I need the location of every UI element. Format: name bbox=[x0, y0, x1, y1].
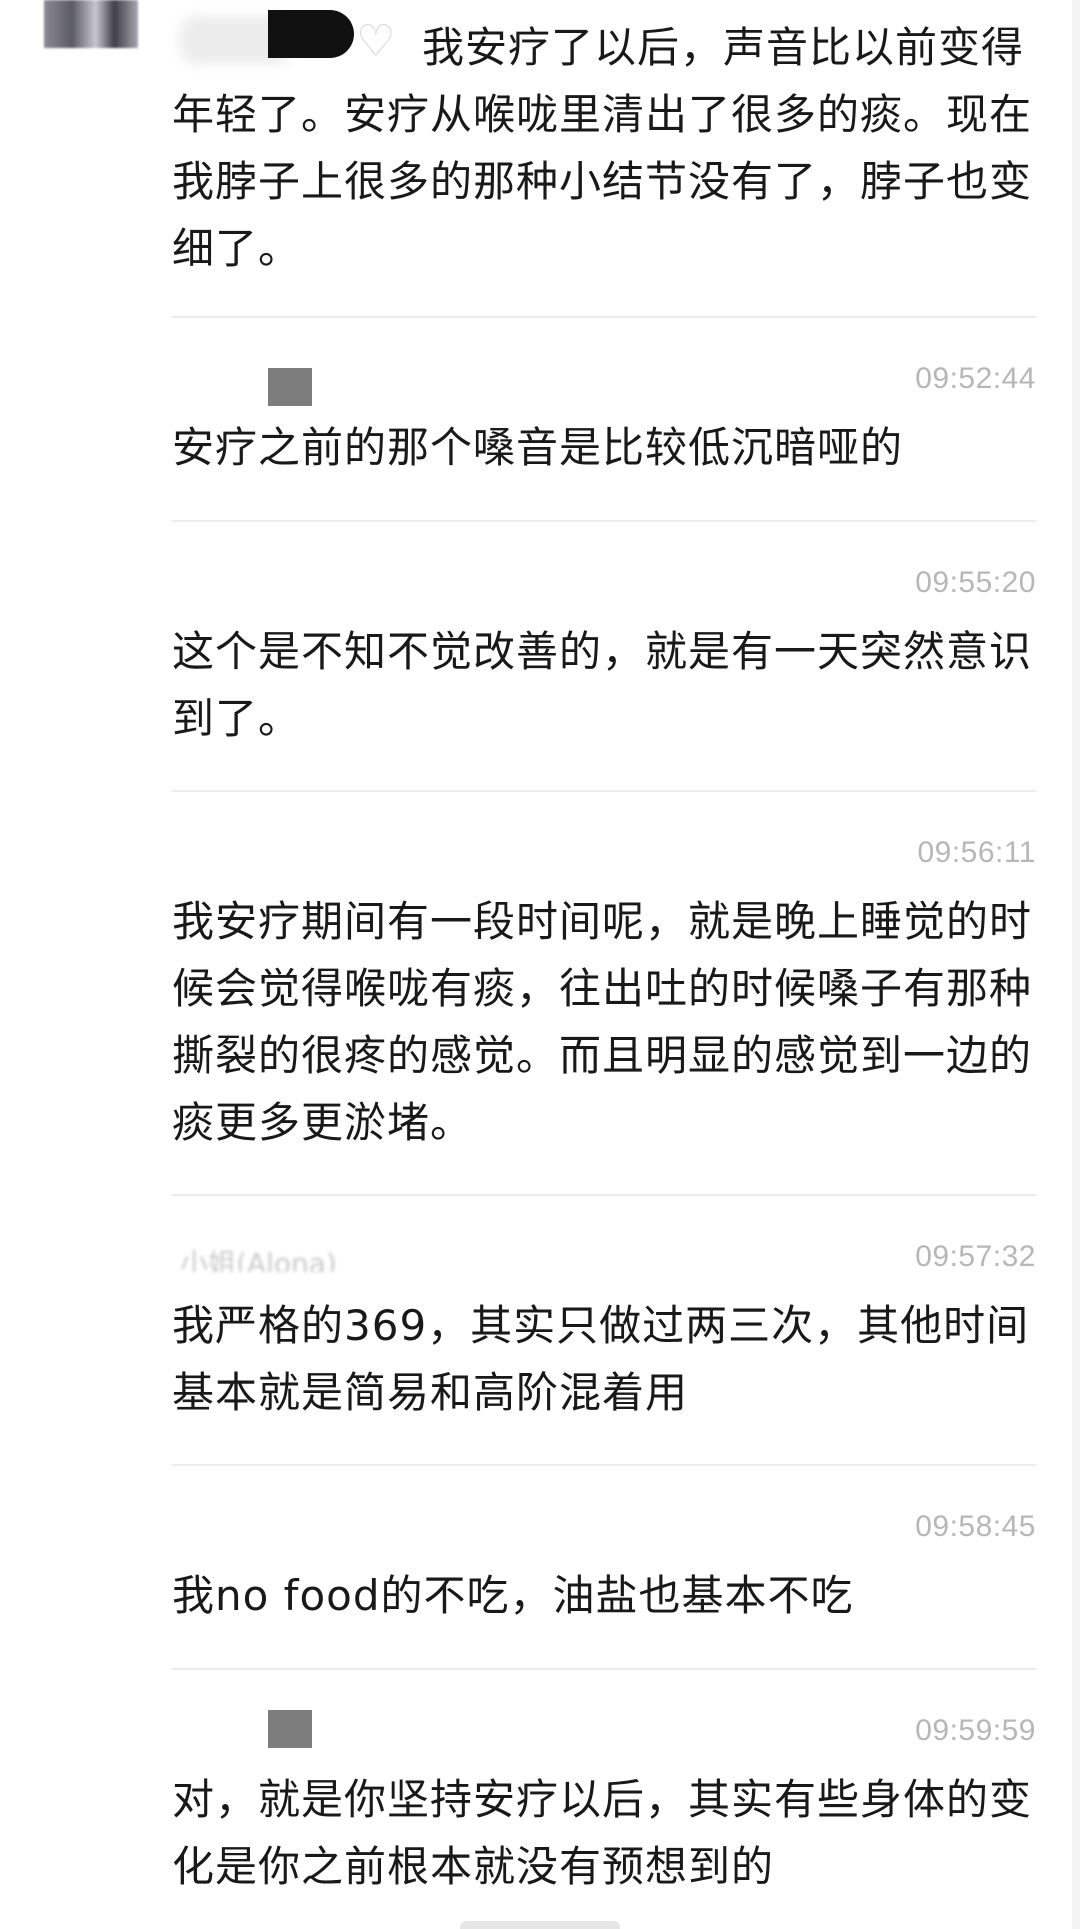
sender-avatar-redacted bbox=[268, 368, 312, 406]
sender-name-faint: _ _ _ _ bbox=[172, 1728, 255, 1750]
right-edge-strip bbox=[1072, 0, 1080, 1929]
message-text: 这个是不知不觉改善的，就是有一天突然意识到了。 bbox=[172, 627, 1033, 743]
avatar[interactable] bbox=[44, 0, 138, 48]
message-text: 我安疗期间有一段时间呢，就是晚上睡觉的时候会觉得喉咙有痰，往出吐的时候嗓子有那种… bbox=[172, 897, 1033, 1147]
home-indicator bbox=[460, 1921, 620, 1929]
divider bbox=[172, 1464, 1036, 1466]
message-timestamp: 09:52:44 bbox=[915, 362, 1036, 395]
divider bbox=[172, 1194, 1036, 1196]
message-timestamp: 09:56:11 bbox=[917, 836, 1036, 869]
message-timestamp: 09:57:32 bbox=[915, 1240, 1036, 1273]
message-text: 我严格的369，其实只做过两三次，其他时间基本就是简易和高阶混着用 bbox=[172, 1301, 1030, 1417]
message-text: 我no food的不吃，油盐也基本不吃 bbox=[172, 1571, 854, 1620]
divider bbox=[172, 1668, 1036, 1670]
sender-name-faint: _ _ _ _ _ _ _ _ _ _ bbox=[180, 1520, 401, 1542]
sender-name-faint: 小姐(Alona) bbox=[180, 1250, 337, 1272]
sender-name-faint: _ _ _ _ _ _ _ _ bbox=[260, 846, 435, 868]
message-text: 对，就是你坚持安疗以后，其实有些身体的变化是你之前根本就没有预想到的 bbox=[172, 1775, 1033, 1891]
divider bbox=[172, 520, 1036, 522]
message-text: 安疗之前的那个嗓音是比较低沉暗哑的 bbox=[172, 423, 904, 472]
sender-avatar-redacted bbox=[268, 1710, 312, 1748]
message-timestamp: 09:55:20 bbox=[915, 566, 1036, 599]
divider bbox=[172, 316, 1036, 318]
message-timestamp: 09:58:45 bbox=[915, 1510, 1036, 1543]
divider bbox=[172, 790, 1036, 792]
message-timestamp: 09:59:59 bbox=[915, 1714, 1036, 1747]
message-text: 我安疗了以后，声音比以前变得年轻了。安疗从喉咙里清出了很多的痰。现在我脖子上很多… bbox=[172, 23, 1033, 273]
